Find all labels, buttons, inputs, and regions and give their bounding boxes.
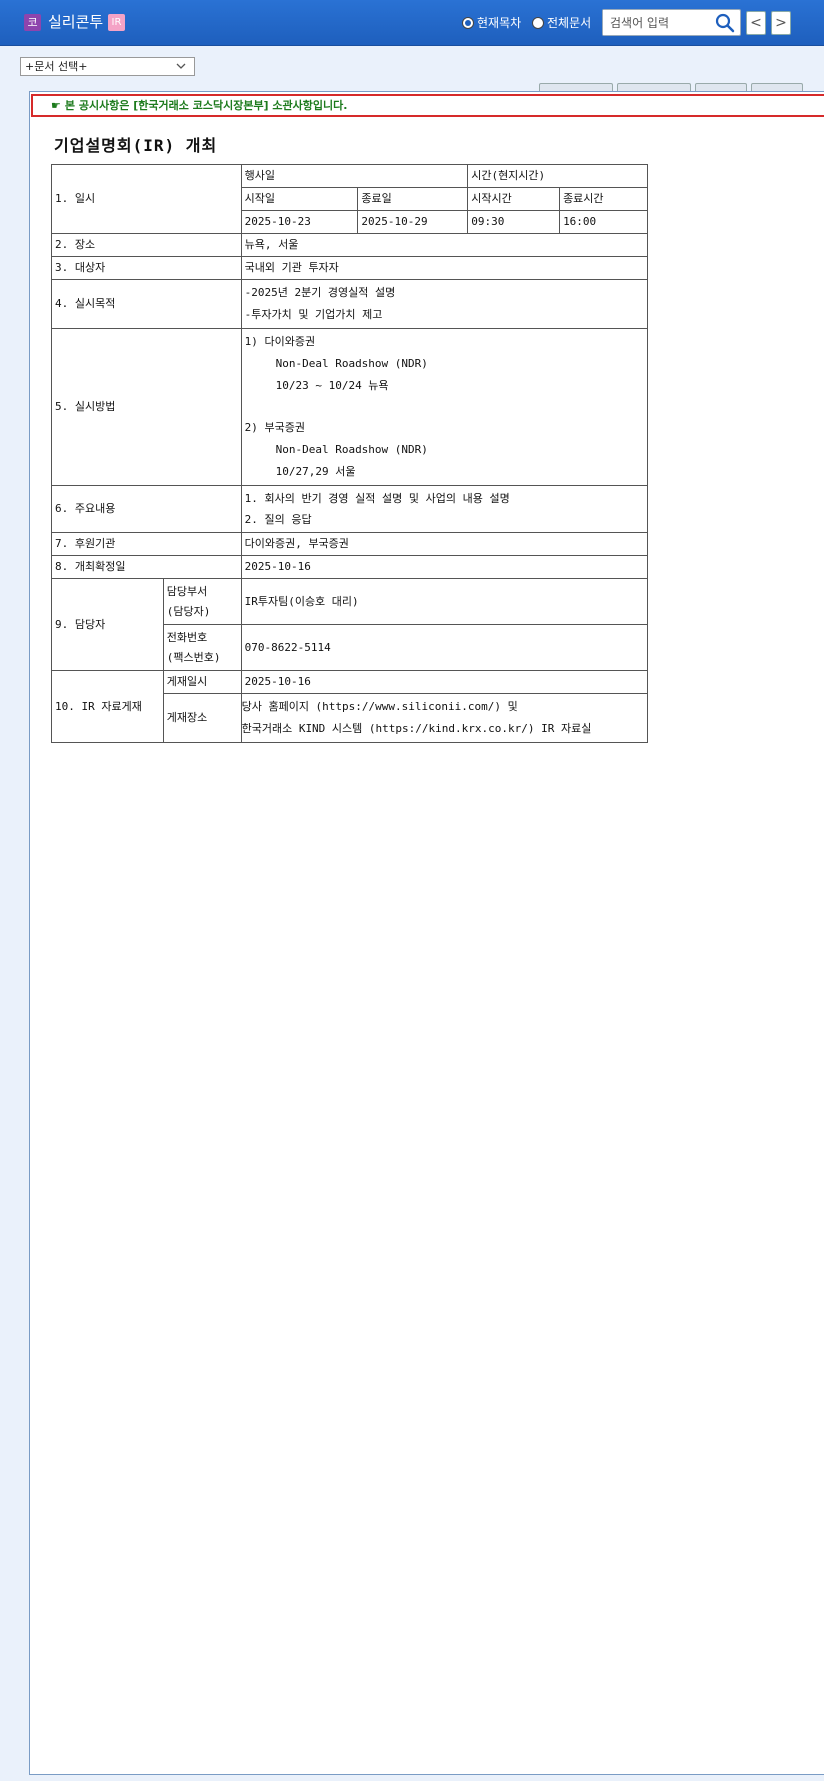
cell-event-day-header: 행사일 — [240, 164, 469, 188]
cell-end-time: 16:00 — [559, 210, 648, 234]
cell-content: 1. 회사의 반기 경영 실적 설명 및 사업의 내용 설명 2. 질의 응답 — [240, 485, 649, 533]
cell-end-date-label: 종료일 — [357, 187, 469, 211]
method-a-date: 10/23 ~ 10/24 뉴욕 — [275, 379, 389, 392]
row-label-ir-posting: 10. IR 자료게재 — [51, 670, 164, 743]
radio-current-section[interactable]: 현재목차 — [462, 14, 521, 31]
radio-all-documents-button[interactable] — [532, 16, 544, 29]
radio-current-section-label: 현재목차 — [477, 16, 522, 30]
prev-result-button[interactable]: < — [746, 11, 766, 35]
cell-phone-label: 전화번호 (팩스번호) — [162, 624, 242, 671]
cell-dept-label: 담당부서 (담당자) — [162, 578, 242, 625]
cell-post-date: 2025-10-16 — [240, 670, 649, 694]
row-label-content: 6. 주요내용 — [51, 485, 242, 533]
method-a-type: Non-Deal Roadshow (NDR) — [275, 357, 428, 370]
radio-all-documents[interactable]: 전체문서 — [532, 14, 591, 31]
method-b-type: Non-Deal Roadshow (NDR) — [275, 443, 428, 456]
cell-method: 1) 다이와증권 Non-Deal Roadshow (NDR) 10/23 ~… — [240, 328, 649, 486]
cell-start-time-label: 시작시간 — [467, 187, 561, 211]
cell-confirm-date: 2025-10-16 — [240, 555, 649, 579]
phone-label-line-1: 전화번호 — [166, 630, 208, 644]
cell-post-place-label: 게재장소 — [162, 693, 242, 743]
chevron-down-icon — [176, 63, 186, 69]
next-result-button[interactable]: > — [771, 11, 791, 35]
cell-end-time-label: 종료시간 — [559, 187, 648, 211]
dept-label-line-1: 담당부서 — [166, 584, 208, 598]
post-place-line-1: 당사 홈페이지 (https://www.siliconii.com/) 및 — [241, 700, 518, 713]
cell-end-date: 2025-10-29 — [357, 210, 469, 234]
cell-post-date-label: 게재일시 — [162, 670, 242, 694]
row-label-target: 3. 대상자 — [51, 256, 242, 280]
radio-all-documents-label: 전체문서 — [547, 16, 592, 30]
document-select-value: +문서 선택+ — [25, 60, 88, 73]
search-box — [602, 9, 741, 36]
row-label-date: 1. 일시 — [51, 164, 242, 234]
phone-label-line-2: (팩스번호) — [166, 650, 221, 664]
cell-dept: IR투자팀(이승호 대리) — [240, 578, 649, 625]
cell-purpose: -2025년 2분기 경영실적 설명 -투자가치 및 기업가치 제고 — [240, 279, 649, 329]
row-label-location: 2. 장소 — [51, 233, 242, 257]
cell-target: 국내외 기관 투자자 — [240, 256, 649, 280]
row-label-method: 5. 실시방법 — [51, 328, 242, 486]
cell-start-date-label: 시작일 — [240, 187, 359, 211]
cell-sponsor: 다이와증권, 부국증권 — [240, 532, 649, 556]
row-label-purpose: 4. 실시목적 — [51, 279, 242, 329]
row-label-sponsor: 7. 후원기관 — [51, 532, 242, 556]
cell-phone: 070-8622-5114 — [240, 624, 649, 671]
row-label-confirm-date: 8. 개최확정일 — [51, 555, 242, 579]
search-icon[interactable] — [715, 13, 735, 33]
cell-start-date: 2025-10-23 — [240, 210, 359, 234]
cell-start-time: 09:30 — [467, 210, 561, 234]
company-name[interactable]: 실리콘투 — [48, 11, 103, 32]
content-line-2: 2. 질의 응답 — [244, 513, 312, 526]
jurisdiction-notice: ☛ 본 공시사항은 [한국거래소 코스닥시장본부] 소관사항입니다. — [31, 94, 824, 117]
document-select-dropdown[interactable]: +문서 선택+ — [20, 57, 195, 76]
purpose-line-1: -2025년 2분기 경영실적 설명 — [244, 286, 396, 299]
dept-label-line-2: (담당자) — [166, 604, 211, 618]
cell-post-place: 당사 홈페이지 (https://www.siliconii.com/) 및 한… — [240, 693, 649, 743]
document-viewer: ☛ 본 공시사항은 [한국거래소 코스닥시장본부] 소관사항입니다. 기업설명회(… — [29, 91, 824, 1775]
cell-local-time-header: 시간(현지시간) — [467, 164, 648, 188]
search-input[interactable] — [603, 10, 713, 35]
document-title: 기업설명회(IR) 개최 — [54, 136, 218, 155]
ir-badge: IR — [108, 14, 125, 31]
cell-location: 뉴욕, 서울 — [240, 233, 649, 257]
ir-disclosure-table: 1. 일시 행사일 시간(현지시간) 시작일 종료일 시작시간 종료시간 202… — [51, 164, 649, 743]
method-b-title: 2) 부국증권 — [244, 421, 305, 434]
notice-exchange-name: [한국거래소 코스닥시장본부] — [133, 99, 269, 112]
notice-prefix: 본 공시사항은 — [64, 99, 134, 112]
notice-suffix: 소관사항입니다. — [268, 99, 348, 112]
row-label-contact: 9. 담당자 — [51, 578, 164, 671]
radio-current-section-button[interactable] — [462, 16, 474, 29]
top-header-bar: 코 실리콘투 IR 현재목차 전체문서 < > — [0, 0, 824, 46]
kosdaq-market-badge: 코 — [24, 14, 41, 31]
method-a-title: 1) 다이와증권 — [244, 335, 316, 348]
purpose-line-2: -투자가치 및 기업가치 제고 — [244, 308, 383, 321]
method-b-date: 10/27,29 서울 — [275, 465, 356, 478]
content-line-1: 1. 회사의 반기 경영 실적 설명 및 사업의 내용 설명 — [244, 492, 510, 505]
post-place-line-2: 한국거래소 KIND 시스템 (https://kind.krx.co.kr/)… — [241, 722, 592, 735]
method-spacer — [245, 397, 644, 417]
pointing-hand-icon: ☛ — [51, 99, 61, 112]
